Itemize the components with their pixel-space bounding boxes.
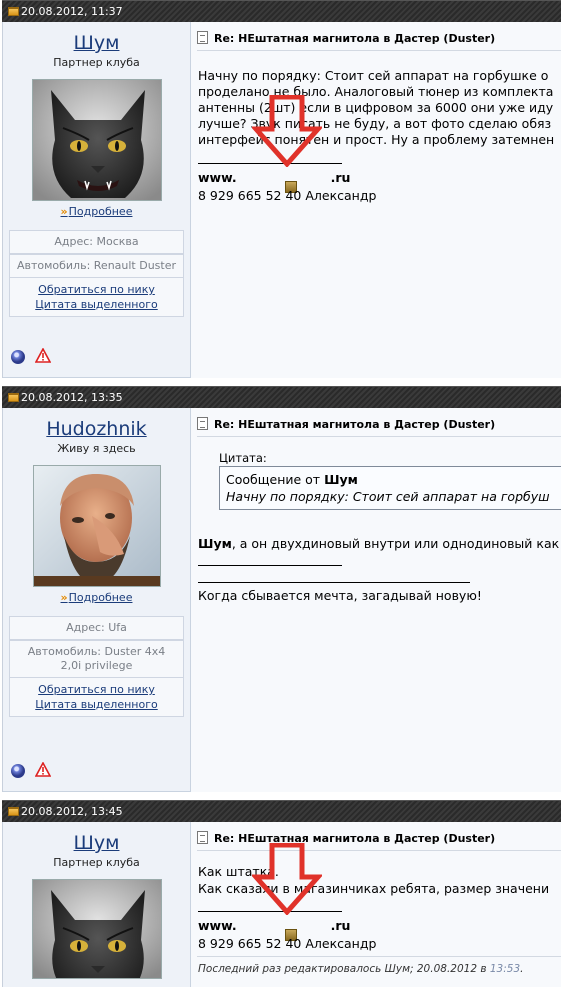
report-warning-icon[interactable] [34, 347, 52, 366]
message-line: Начну по порядку: Стоит сей аппарат на г… [198, 68, 549, 83]
avatar [31, 879, 162, 979]
edited-prefix: Последний раз редактировалось Шум; 20.08… [198, 963, 490, 975]
quote-box: Сообщение от Шум Начну по порядку: Стоит… [219, 466, 561, 510]
user-address: Адрес: Москва [9, 230, 184, 254]
quote-selected-link[interactable]: Цитата выделенного [10, 297, 183, 312]
red-down-arrow [252, 843, 322, 915]
site-suffix: .ru [330, 918, 351, 933]
post-title: Re: НЕштатная магнитола в Дастер (Duster… [197, 31, 495, 45]
document-icon [197, 417, 208, 430]
post-header: 20.08.2012, 13:35 [2, 386, 561, 408]
reply-by-nick-link[interactable]: Обратиться по нику [10, 682, 183, 697]
quote-source: Сообщение от Шум [226, 471, 561, 488]
document-icon [197, 831, 208, 844]
post-header: 20.08.2012, 13:45 [2, 800, 561, 822]
post-title: Re: НЕштатная магнитола в Дастер (Duster… [197, 417, 495, 431]
user-title: Живу я здесь [57, 442, 136, 455]
signature-phone: 8 929 665 52 40 Александр [198, 936, 377, 951]
status-row [11, 761, 52, 780]
folder-icon [8, 807, 19, 816]
post-title-text: Re: НЕштатная магнитола в Дастер (Duster… [214, 418, 496, 431]
post-content: Re: НЕштатная магнитола в Дастер (Duster… [192, 822, 561, 987]
status-row [11, 347, 52, 366]
chevron-down-icon: » [60, 205, 68, 218]
post-body: Шум Партнер клуба [2, 22, 561, 378]
message-line: Как сказали в магазинчиках ребята, разме… [198, 881, 550, 896]
quote-source-prefix: Сообщение от [226, 472, 325, 487]
chevron-down-icon: » [60, 591, 68, 604]
post-header: 20.08.2012, 11:37 [2, 0, 561, 22]
user-car-line: Автомобиль: Duster 4x4 [27, 645, 166, 658]
signature-divider [198, 565, 342, 566]
quote-selected-link[interactable]: Цитата выделенного [10, 697, 183, 712]
more-label: Подробнее [68, 205, 133, 218]
user-title: Партнер клуба [53, 856, 140, 869]
divider [197, 436, 561, 437]
user-car: Автомобиль: Duster 4x4 2,0i privilege [9, 640, 184, 678]
quote-text: Начну по порядку: Стоит сей аппарат на г… [226, 489, 550, 504]
reply-text: , а он двухдиновый внутри или однодиновы… [231, 536, 560, 551]
post-date: 20.08.2012, 13:35 [21, 391, 123, 404]
username-link[interactable]: Шум [3, 832, 190, 854]
user-car: Автомобиль: Renault Duster [9, 254, 184, 278]
user-panel: Hudozhnik Живу я здесь »Подробнее Адрес:… [3, 408, 191, 792]
post-date: 20.08.2012, 11:37 [21, 5, 123, 18]
username-link[interactable]: Hudozhnik [3, 418, 190, 440]
user-title: Партнер клуба [53, 56, 140, 69]
folder-icon [8, 7, 19, 16]
post-body: Hudozhnik Живу я здесь »Подробнее Адрес:… [2, 408, 561, 792]
online-status-icon [11, 350, 25, 364]
red-down-arrow [252, 95, 322, 167]
post-title-text: Re: НЕштатная магнитола в Дастер (Duster… [214, 32, 496, 45]
username-link[interactable]: Шум [3, 32, 190, 54]
site-suffix: .ru [330, 170, 351, 185]
more-label: Подробнее [68, 591, 133, 604]
user-links: Обратиться по нику Цитата выделенного [9, 278, 184, 317]
post-title: Re: НЕштатная магнитола в Дастер (Duster… [197, 831, 495, 845]
post-3: 20.08.2012, 13:45 Шум Партнер клуба Re: … [0, 800, 561, 987]
post-1: 20.08.2012, 11:37 Шум Партнер клуба »Под… [0, 0, 561, 378]
user-links: Обратиться по нику Цитата выделенного [9, 678, 184, 717]
post-content: Re: НЕштатная магнитола в Дастер (Duster… [192, 22, 561, 378]
folder-icon [8, 393, 19, 402]
more-details-link[interactable]: »Подробнее [3, 591, 190, 604]
document-icon [197, 31, 208, 44]
user-panel: Шум Партнер клуба [3, 22, 191, 378]
signature-divider [198, 582, 470, 583]
post-date: 20.08.2012, 13:45 [21, 805, 123, 818]
reply-mention: Шум [198, 536, 232, 551]
more-details-link[interactable]: »Подробнее [3, 205, 190, 218]
quote-label: Цитата: [219, 451, 267, 465]
post-content: Re: НЕштатная магнитола в Дастер (Duster… [192, 408, 561, 792]
edited-time: 13:53 [489, 963, 521, 975]
online-status-icon [11, 764, 25, 778]
site-link[interactable]: www. .ru [198, 170, 351, 193]
post-2: 20.08.2012, 13:35 Hudozhnik Живу я здесь [0, 386, 561, 792]
user-panel: Шум Партнер клуба [3, 822, 191, 987]
quote-author: Шум [324, 472, 358, 487]
user-car-line: 2,0i privilege [60, 659, 133, 672]
divider [197, 50, 561, 51]
edited-suffix: . [520, 963, 524, 975]
report-warning-icon[interactable] [34, 761, 52, 780]
message-line: лучше? Звук писать не буду, а вот фото с… [198, 116, 552, 131]
avatar [32, 465, 161, 587]
site-prefix: www. [198, 918, 237, 933]
site-link[interactable]: www. .ru [198, 918, 351, 941]
reply-by-nick-link[interactable]: Обратиться по нику [10, 282, 183, 297]
site-prefix: www. [198, 170, 237, 185]
signature-phone: 8 929 665 52 40 Александр [198, 188, 377, 203]
avatar [31, 79, 162, 201]
signature-text: Когда сбывается мечта, загадывай новую! [198, 588, 482, 603]
post-body: Шум Партнер клуба [2, 822, 561, 987]
message-line: Шум, а он двухдиновый внутри или однодин… [198, 536, 559, 552]
divider [197, 956, 561, 957]
user-address: Адрес: Ufa [9, 616, 184, 640]
edited-note: Последний раз редактировалось Шум; 20.08… [198, 963, 523, 975]
